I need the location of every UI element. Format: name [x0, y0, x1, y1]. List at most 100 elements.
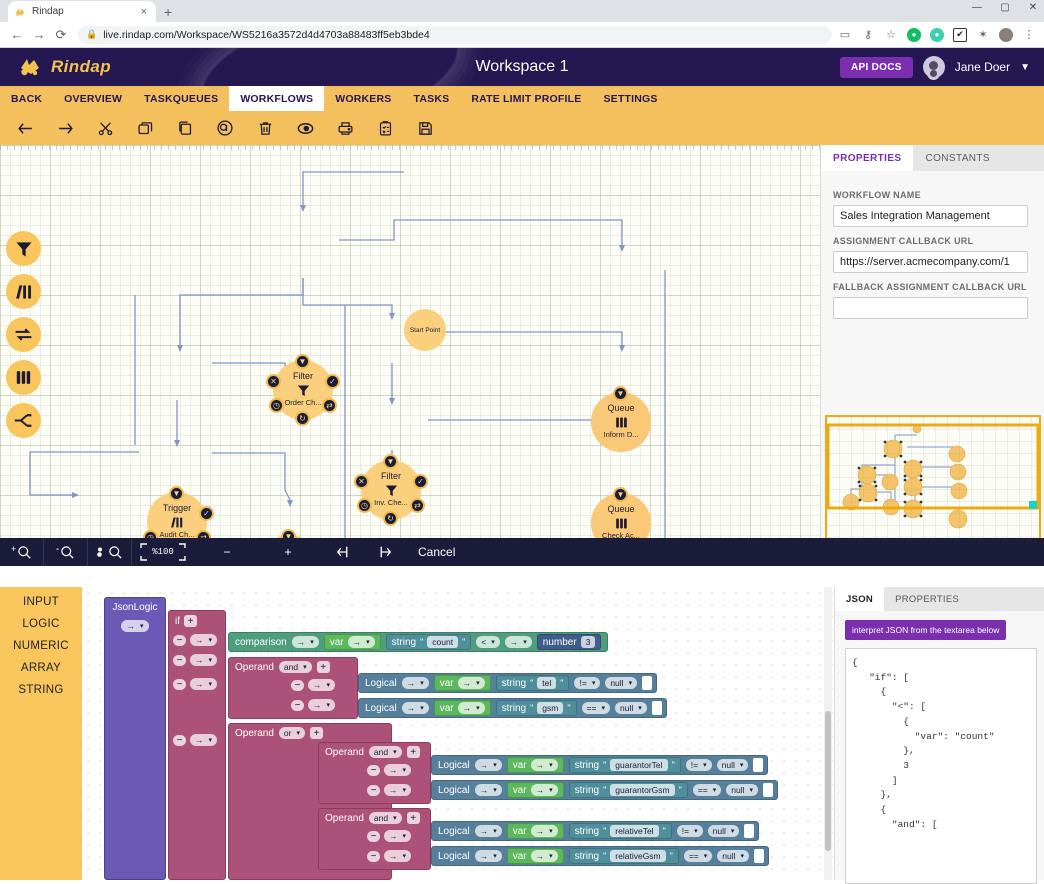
- cut-icon[interactable]: [88, 114, 122, 142]
- category-logic[interactable]: LOGIC: [0, 613, 82, 635]
- category-string[interactable]: STRING: [0, 679, 82, 701]
- chevron-down-icon[interactable]: ▼: [1020, 62, 1030, 73]
- operand-and2-remove-row-1[interactable]: −: [367, 764, 380, 776]
- cancel-button[interactable]: Cancel: [418, 545, 455, 559]
- down-port-icon[interactable]: ▼: [383, 454, 398, 469]
- key-icon[interactable]: ⚷: [861, 28, 875, 42]
- operand-and3-dropdown[interactable]: and: [368, 812, 402, 824]
- string-value-guarantor-gsm[interactable]: guarantorGsm: [610, 784, 675, 796]
- browser-forward-button[interactable]: →: [28, 24, 50, 46]
- block-string-relative-tel[interactable]: string " relativeTel ": [568, 823, 672, 839]
- workflow-canvas[interactable]: Start Point Filter Order Ch... ▼ ✕ ◷ ✓ ⇄…: [0, 145, 1044, 538]
- logical-gsm-operator[interactable]: ==: [581, 702, 611, 714]
- zoom-out-button[interactable]: -: [44, 538, 88, 566]
- category-numeric[interactable]: NUMERIC: [0, 635, 82, 657]
- logical-relative-tel-value[interactable]: null: [707, 825, 740, 837]
- fallback-assignment-callback-url-input[interactable]: [833, 297, 1028, 319]
- block-logical-tel[interactable]: Logical → var → string " tel " != null: [358, 673, 658, 693]
- interpret-json-button[interactable]: interpret JSON from the textarea below: [845, 620, 1007, 640]
- paste-icon[interactable]: [168, 114, 202, 142]
- extension-teal-icon[interactable]: ●: [930, 27, 944, 42]
- block-string-guarantor-tel[interactable]: string " guarantorTel ": [568, 757, 681, 773]
- if-add-button[interactable]: +: [184, 615, 197, 627]
- block-logical-relative-tel[interactable]: Logical → var → string " relativeTel " !…: [431, 821, 760, 841]
- if-remove-row-2[interactable]: −: [173, 654, 186, 666]
- nav-item-workers[interactable]: WORKERS: [324, 86, 402, 111]
- kebab-menu-icon[interactable]: ⋮: [1022, 28, 1036, 42]
- string-value-relative-tel[interactable]: relativeTel: [610, 825, 659, 837]
- check-port-icon[interactable]: ✓: [413, 474, 428, 489]
- clipboard-check-icon[interactable]: [368, 114, 402, 142]
- operand-1-row-1-connector[interactable]: →: [308, 679, 336, 691]
- block-if[interactable]: if + − → − → − → − →: [168, 610, 226, 880]
- if-remove-row-1[interactable]: −: [173, 634, 186, 646]
- if-row-1-connector[interactable]: →: [190, 634, 218, 646]
- nav-item-back[interactable]: BACK: [0, 86, 53, 111]
- logical-gsm-socket[interactable]: [651, 701, 662, 715]
- filter-tool[interactable]: [6, 231, 41, 266]
- down-port-icon[interactable]: ▼: [295, 354, 310, 369]
- redo-icon[interactable]: [48, 114, 82, 142]
- var-guarantor-gsm-connector[interactable]: →: [530, 784, 558, 796]
- print-icon[interactable]: [328, 114, 362, 142]
- workflow-name-input[interactable]: Sales Integration Management: [833, 205, 1028, 227]
- logical-relative-tel-socket[interactable]: [744, 824, 755, 838]
- retry-port-icon[interactable]: ⇄: [196, 530, 211, 538]
- block-operand-and-2[interactable]: Operand and + − → − →: [318, 742, 431, 804]
- undo-icon[interactable]: [8, 114, 42, 142]
- if-row-3-connector[interactable]: →: [190, 678, 218, 690]
- block-jsonlogic-root[interactable]: JsonLogic →: [104, 597, 166, 880]
- block-var-guarantor-gsm[interactable]: var →: [506, 782, 564, 798]
- tab-properties[interactable]: PROPERTIES: [821, 145, 914, 171]
- var-gsm-connector[interactable]: →: [457, 702, 485, 714]
- block-string-count[interactable]: string " count ": [385, 634, 472, 650]
- window-close-button[interactable]: ✕: [1026, 2, 1040, 13]
- var-connector[interactable]: →: [347, 636, 375, 648]
- var-tel-connector[interactable]: →: [457, 677, 485, 689]
- minimap-resize-handle[interactable]: [1029, 501, 1037, 509]
- decrease-button[interactable]: −: [194, 538, 260, 566]
- operand-and3-row-2-connector[interactable]: →: [384, 850, 412, 862]
- clock-port-icon[interactable]: ◷: [357, 498, 372, 513]
- nav-item-taskqueues[interactable]: TASKQUEUES: [133, 86, 229, 111]
- block-var-tel[interactable]: var →: [433, 675, 491, 691]
- profile-avatar[interactable]: [999, 27, 1013, 42]
- clock-port-icon[interactable]: ◷: [269, 398, 284, 413]
- logical-guarantor-gsm-socket[interactable]: [763, 783, 774, 797]
- zoom-select-button[interactable]: [88, 538, 132, 566]
- puzzle-icon[interactable]: ✶: [976, 28, 990, 42]
- new-tab-button[interactable]: +: [164, 4, 172, 20]
- trigger-tool[interactable]: [6, 274, 41, 309]
- operand-and2-row-2-connector[interactable]: →: [384, 784, 412, 796]
- canvas-minimap[interactable]: [825, 415, 1041, 538]
- refresh-port-icon[interactable]: ↻: [383, 511, 398, 526]
- increase-button[interactable]: +: [260, 538, 316, 566]
- logical-relative-gsm-socket[interactable]: [754, 849, 765, 863]
- logical-relative-tel-connector[interactable]: →: [474, 825, 502, 837]
- star-icon[interactable]: ☆: [884, 28, 898, 42]
- save-disk-icon[interactable]: [408, 114, 442, 142]
- app-logo[interactable]: Rindap: [0, 55, 111, 79]
- logical-relative-gsm-operator[interactable]: ==: [683, 850, 713, 862]
- block-logical-guarantor-tel[interactable]: Logical → var → string " guarantorTel " …: [431, 755, 769, 775]
- assignment-callback-url-input[interactable]: https://server.acmecompany.com/1: [833, 251, 1028, 273]
- block-string-gsm[interactable]: string " gsm ": [495, 700, 577, 716]
- check-port-icon[interactable]: ✓: [199, 506, 214, 521]
- number-value[interactable]: 3: [580, 636, 596, 648]
- cast-icon[interactable]: ▭: [838, 28, 852, 42]
- block-logical-gsm[interactable]: Logical → var → string " gsm " == null: [358, 698, 667, 718]
- close-tab-icon[interactable]: ×: [138, 6, 150, 18]
- extension-green-icon[interactable]: ●: [907, 27, 921, 42]
- operand-and2-add-button[interactable]: +: [406, 746, 420, 758]
- category-input[interactable]: INPUT: [0, 591, 82, 613]
- logical-tel-value[interactable]: null: [605, 677, 638, 689]
- blockly-workspace[interactable]: JsonLogic → if + − → − → − → − →: [82, 587, 834, 880]
- browser-tab[interactable]: Rindap ×: [8, 1, 156, 22]
- var-relative-tel-connector[interactable]: →: [530, 825, 558, 837]
- logical-guarantor-tel-operator[interactable]: !=: [685, 759, 712, 771]
- if-remove-row-3[interactable]: −: [173, 678, 186, 690]
- string-value-relative-gsm[interactable]: relativeGsm: [610, 850, 666, 862]
- logical-guarantor-tel-connector[interactable]: →: [474, 759, 502, 771]
- logical-tel-connector[interactable]: →: [401, 677, 429, 689]
- operand-and3-remove-row-1[interactable]: −: [367, 830, 380, 842]
